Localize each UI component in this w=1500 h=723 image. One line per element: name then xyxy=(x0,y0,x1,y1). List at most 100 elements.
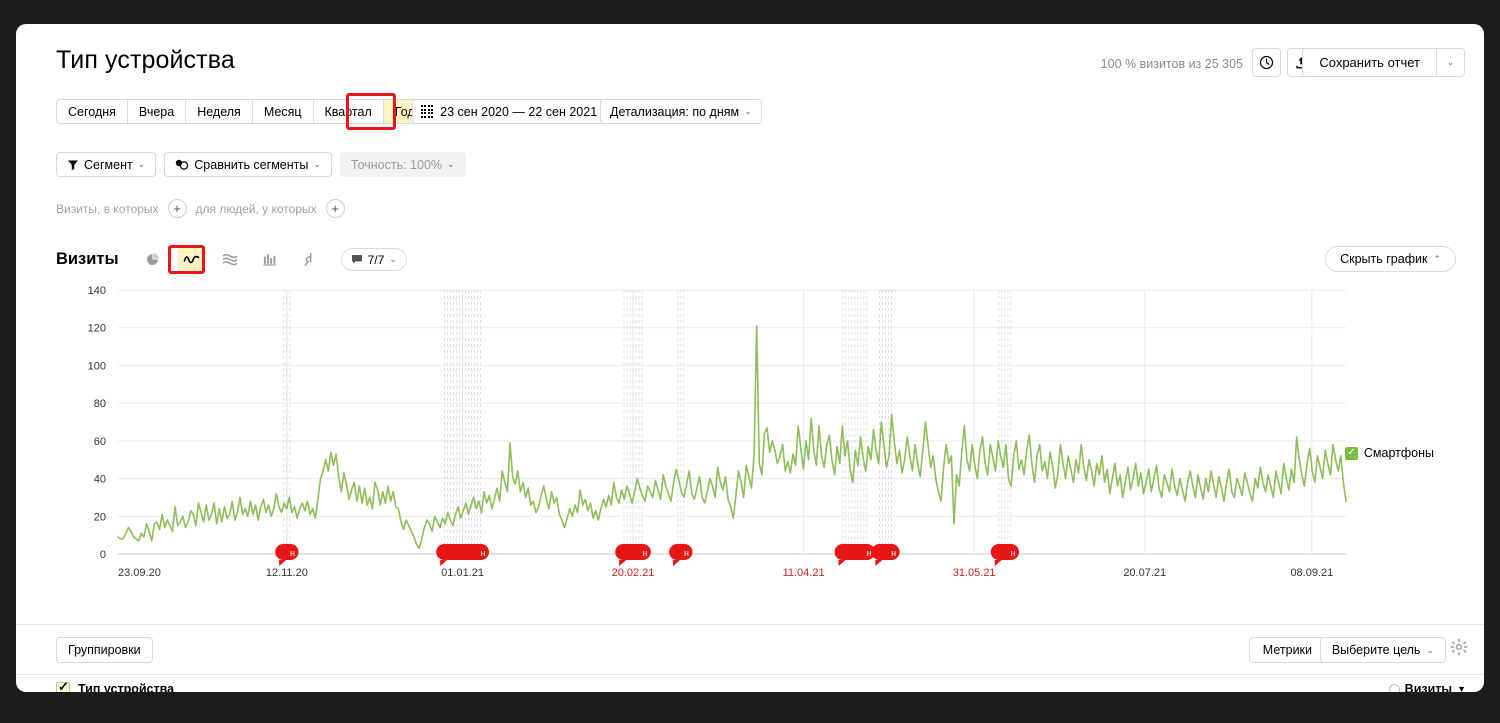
select-goal-label: Выберите цель xyxy=(1331,643,1421,657)
holiday-marker[interactable]: н xyxy=(834,544,876,566)
column-header-dimension[interactable]: Тип устройства xyxy=(56,680,175,692)
pie-chart-icon[interactable] xyxy=(139,246,166,273)
chevron-down-icon: ⌄ xyxy=(313,159,321,169)
x-axis-tick-label: 08.09.21 xyxy=(1290,567,1333,579)
chevron-down-icon: ⌄ xyxy=(137,159,146,169)
legend-checkbox[interactable]: ✓ xyxy=(1344,446,1358,460)
svg-text:н: н xyxy=(867,548,872,558)
holiday-marker[interactable]: н xyxy=(615,544,651,566)
bar-chart-icon[interactable] xyxy=(256,246,283,273)
date-range-button[interactable]: 23 сен 2020 — 22 сен 2021 xyxy=(412,99,609,124)
compare-segments-label: Сравнить сегменты xyxy=(194,157,309,172)
chevron-down-icon: ⌄ xyxy=(1446,57,1455,67)
footer-divider xyxy=(16,624,1484,625)
y-axis-tick-label: 80 xyxy=(94,398,106,410)
visits-filter-label: Визиты, в которых xyxy=(56,201,159,216)
legend-label: Смартфоны xyxy=(1363,446,1434,460)
groupings-button[interactable]: Группировки xyxy=(56,637,153,663)
area-chart-icon[interactable] xyxy=(217,246,244,273)
results-table-header: Тип устройства Визиты ▼ xyxy=(16,674,1484,692)
svg-text:н: н xyxy=(1011,548,1016,558)
visits-sample-note: 100 % визитов из 25 305 xyxy=(1100,57,1243,71)
tab-today[interactable]: Сегодня xyxy=(56,99,128,124)
funnel-icon xyxy=(68,160,78,170)
visits-line-chart[interactable]: 0 20 40 60 80 100 120 140 23.09.20 12.11.20 01.01.… xyxy=(56,276,1446,606)
map-pin-glyph xyxy=(304,252,312,267)
tab-quarter[interactable]: Квартал xyxy=(313,99,384,124)
detail-level-label: Детализация: по дням xyxy=(610,104,740,119)
chevron-down-icon: ⌄ xyxy=(389,254,397,264)
svg-text:н: н xyxy=(642,548,647,558)
date-range-value: 23 сен 2020 — 22 сен 2021 xyxy=(440,104,598,119)
line-chart-icon[interactable] xyxy=(177,246,205,273)
gear-icon xyxy=(1450,638,1468,656)
calendar-grid-icon xyxy=(421,105,434,118)
x-axis-tick-label: 11.04.21 xyxy=(783,567,825,579)
column-header-dimension-label: Тип устройства xyxy=(78,682,175,692)
x-axis-tick-label: 31.05.21 xyxy=(953,567,996,579)
settings-gear-button[interactable] xyxy=(1450,638,1468,656)
sort-descending-icon: ▼ xyxy=(1457,684,1466,692)
line-chart-glyph xyxy=(183,255,199,264)
svg-text:н: н xyxy=(481,548,486,558)
comments-count: 7/7 xyxy=(367,252,385,267)
add-visit-filter-button[interactable]: + xyxy=(167,199,187,218)
comments-button[interactable]: 7/7 ⌄ xyxy=(340,248,407,271)
hide-chart-button[interactable]: Скрыть график ⌃ xyxy=(1325,246,1456,272)
x-axis-tick-label: 20.07.21 xyxy=(1123,567,1166,579)
holiday-marker[interactable]: н xyxy=(990,544,1020,566)
y-axis-tick-label: 0 xyxy=(100,549,106,561)
y-axis-tick-label: 20 xyxy=(94,511,106,523)
segment-button[interactable]: Сегмент ⌄ xyxy=(56,152,157,177)
map-pin-icon[interactable] xyxy=(295,246,322,273)
svg-text:н: н xyxy=(290,548,295,558)
analytics-report-window: Тип устройства 100 % визитов из 25 305 С… xyxy=(16,24,1484,692)
chevron-up-icon: ⌃ xyxy=(1433,253,1441,264)
tab-month[interactable]: Месяц xyxy=(252,99,314,124)
chevron-down-icon: ⌄ xyxy=(447,159,455,169)
y-axis-tick-label: 100 xyxy=(88,360,106,372)
segment-label: Сегмент xyxy=(84,157,133,172)
column-header-metric[interactable]: Визиты ▼ xyxy=(1388,682,1466,692)
clock-icon-button[interactable] xyxy=(1252,48,1281,77)
save-report-button[interactable]: Сохранить отчет xyxy=(1302,48,1437,77)
select-goal-button[interactable]: Выберите цель ⌄ xyxy=(1319,637,1446,663)
tab-yesterday[interactable]: Вчера xyxy=(127,99,187,124)
clock-icon xyxy=(1259,55,1274,70)
svg-text:н: н xyxy=(891,548,896,558)
holiday-marker[interactable]: н xyxy=(669,544,693,566)
filter-builder-row: Визиты, в которых + для людей, у которых… xyxy=(56,199,345,218)
column-header-metric-label: Визиты xyxy=(1404,682,1453,692)
x-axis-tick-label: 01.01.21 xyxy=(441,567,484,579)
metrics-button[interactable]: Метрики xyxy=(1248,637,1326,663)
x-axis-tick-label: 12.11.20 xyxy=(266,567,308,579)
detail-level-button[interactable]: Детализация: по дням ⌄ xyxy=(600,99,762,124)
chart-metric-title: Визиты xyxy=(56,250,119,268)
accuracy-label: Точность: 100% xyxy=(350,157,443,172)
y-axis-tick-label: 140 xyxy=(88,285,106,297)
compare-segments-button[interactable]: Сравнить сегменты ⌄ xyxy=(164,152,332,177)
holiday-marker[interactable]: н xyxy=(275,544,299,566)
x-axis-tick-label: 23.09.20 xyxy=(118,567,161,579)
chevron-down-icon: ⌄ xyxy=(744,106,752,116)
select-all-checkbox[interactable] xyxy=(56,680,70,692)
svg-text:н: н xyxy=(684,548,689,558)
tab-week[interactable]: Неделя xyxy=(186,99,253,124)
save-report-dropdown-button[interactable]: ⌄ xyxy=(1437,48,1465,77)
page-title: Тип устройства xyxy=(56,46,235,74)
holiday-marker[interactable]: н xyxy=(871,544,900,566)
comment-bubble-icon xyxy=(351,255,362,264)
chart-toolbar: Визиты 7/7 ⌄ xyxy=(56,246,407,273)
area-chart-glyph xyxy=(222,253,238,266)
y-axis-tick-label: 120 xyxy=(88,323,106,335)
legend-item-smartphones[interactable]: ✓ Смартфоны xyxy=(1344,446,1434,460)
accuracy-button[interactable]: Точность: 100% ⌄ xyxy=(339,152,466,177)
add-people-filter-button[interactable]: + xyxy=(325,199,345,218)
x-axis-tick-label: 20.02.21 xyxy=(612,567,655,579)
y-axis-tick-label: 40 xyxy=(94,474,106,486)
screen-background: Тип устройства 100 % визитов из 25 305 С… xyxy=(0,0,1500,723)
period-tab-group[interactable]: Сегодня Вчера Неделя Месяц Квартал Год xyxy=(56,99,427,124)
chevron-down-icon: ⌄ xyxy=(1426,644,1434,655)
pie-chart-glyph xyxy=(146,253,159,265)
holiday-marker[interactable]: н xyxy=(436,544,489,566)
